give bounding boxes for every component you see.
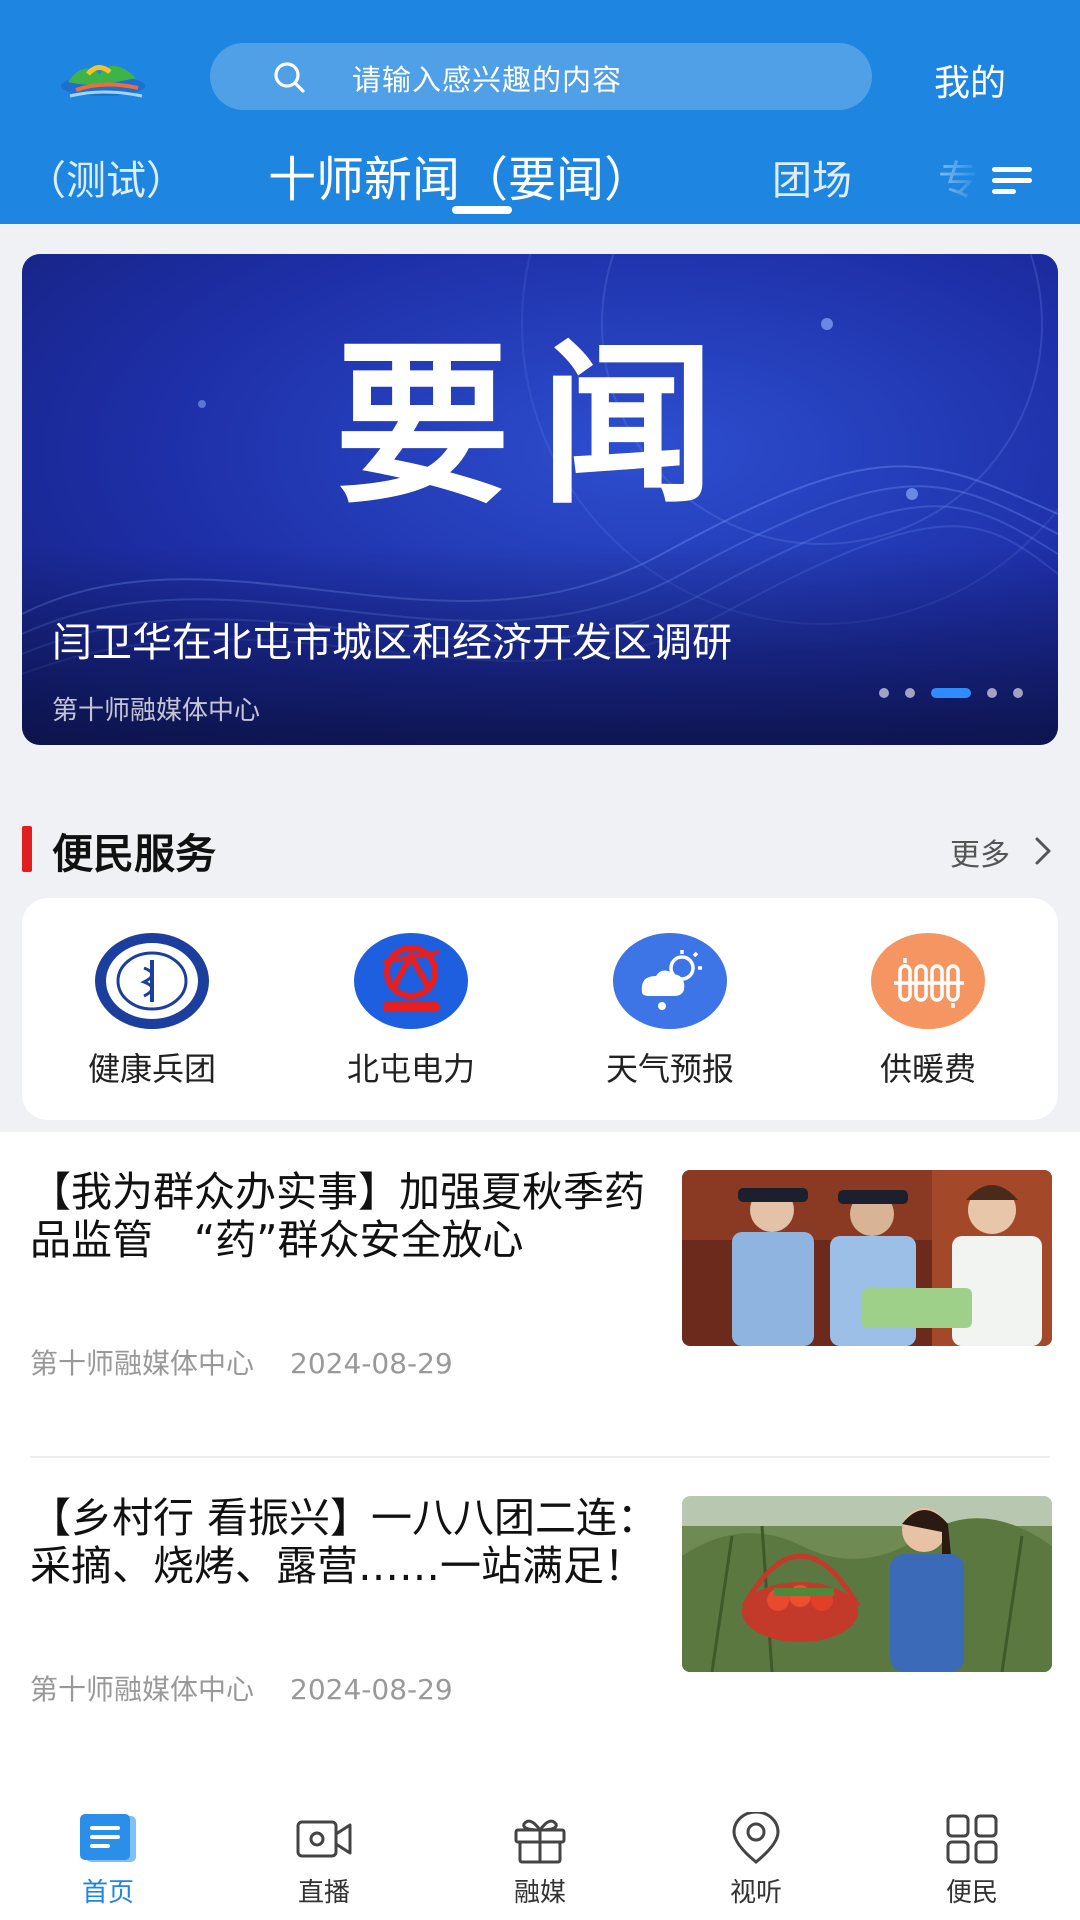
news-meta: 第十师融媒体中心 2024-08-29 [30, 1342, 453, 1382]
section-accent-bar [22, 826, 32, 872]
weather-icon [613, 933, 727, 1029]
my-profile-link[interactable]: 我的 [934, 54, 1006, 106]
nav-live[interactable]: 直播 [254, 1812, 394, 1912]
banner-title[interactable]: 闫卫华在北屯市城区和经济开发区调研 [52, 610, 732, 668]
service-label: 北屯电力 [346, 1050, 475, 1088]
officers-inspecting-medicine-photo[interactable] [682, 1170, 1052, 1346]
grid-apps-icon [946, 1814, 998, 1864]
banner-source: 第十师融媒体中心 [52, 696, 261, 726]
chevron-right-icon[interactable] [1034, 836, 1052, 866]
nav-label: 首页 [81, 1878, 134, 1908]
nav-label: 直播 [297, 1878, 350, 1908]
services-card: 健康兵团 北屯电力 天气预报 供暖费 [22, 898, 1058, 1120]
nav-audio-visual[interactable]: 视听 [686, 1812, 826, 1912]
active-tab-indicator [452, 206, 512, 214]
service-label: 健康兵团 [87, 1050, 216, 1088]
channel-tabs: （测试） 十师新闻（要闻） 团场 专 [0, 140, 1080, 224]
menu-icon[interactable] [990, 164, 1034, 198]
search-bar[interactable]: 请输入感兴趣的内容 [210, 43, 872, 110]
nav-media[interactable]: 融媒 [470, 1812, 610, 1912]
news-title[interactable]: 【乡村行 看振兴】一八八团二连：采摘、烧烤、露营……一站满足！ [30, 1494, 660, 1590]
nav-home[interactable]: 首页 [38, 1812, 178, 1912]
beitun-power-logo-icon [354, 933, 468, 1029]
search-icon [274, 62, 305, 93]
services-section-title: 便民服务 [52, 830, 216, 878]
bottom-navigation: 首页 直播 融媒 视听 便民 [0, 1780, 1080, 1920]
carousel-dot[interactable] [987, 688, 997, 698]
news-date: 2024-08-29 [290, 1347, 453, 1380]
gift-box-icon [514, 1819, 566, 1864]
carousel-dot-active[interactable] [931, 688, 971, 698]
news-date: 2024-08-29 [290, 1673, 453, 1706]
headline-carousel[interactable]: 要闻 闫卫华在北屯市城区和经济开发区调研 第十师融媒体中心 [22, 254, 1058, 745]
service-weather[interactable]: 天气预报 [570, 932, 770, 1102]
video-camera-icon [296, 1820, 352, 1858]
banner-image-text: 要闻 [335, 325, 745, 528]
home-icon [80, 1814, 136, 1862]
service-label: 天气预报 [605, 1050, 734, 1088]
service-beitun-power[interactable]: 北屯电力 [311, 932, 511, 1102]
news-meta: 第十师融媒体中心 2024-08-29 [30, 1668, 453, 1708]
nav-label: 便民 [945, 1878, 998, 1908]
tab-regiment[interactable]: 团场 [772, 148, 852, 206]
carousel-pagination [879, 686, 1049, 698]
nav-label: 视听 [729, 1878, 782, 1908]
health-corps-emblem-icon [95, 933, 209, 1029]
app-header: 请输入感兴趣的内容 我的 （测试） 十师新闻（要闻） 团场 专 [0, 0, 1080, 224]
location-pin-icon [732, 1812, 780, 1864]
news-title[interactable]: 【我为群众办实事】加强夏秋季药品监管 “药”群众安全放心 [30, 1168, 660, 1264]
service-label: 供暖费 [879, 1050, 976, 1088]
tab-tenth-division-news[interactable]: 十师新闻（要闻） [268, 140, 652, 210]
carousel-dot[interactable] [1013, 688, 1023, 698]
nav-label: 融媒 [513, 1878, 566, 1908]
carousel-dot[interactable] [879, 688, 889, 698]
news-source: 第十师融媒体中心 [30, 1347, 255, 1380]
nav-convenience[interactable]: 便民 [902, 1812, 1042, 1912]
service-health-corps[interactable]: 健康兵团 [52, 932, 252, 1102]
app-logo[interactable] [58, 52, 148, 104]
heating-radiator-icon [871, 933, 985, 1029]
carousel-dot[interactable] [905, 688, 915, 698]
tab-test[interactable]: （测试） [26, 148, 186, 206]
services-more-link[interactable]: 更多 [950, 830, 1010, 874]
news-divider [30, 1456, 1050, 1458]
service-heating-fee[interactable]: 供暖费 [828, 932, 1028, 1102]
news-source: 第十师融媒体中心 [30, 1673, 255, 1706]
search-placeholder: 请输入感兴趣的内容 [352, 63, 623, 97]
woman-picking-vegetables-photo[interactable] [682, 1496, 1052, 1672]
news-list: 【我为群众办实事】加强夏秋季药品监管 “药”群众安全放心 第十师融媒体中心 202… [0, 1132, 1080, 1784]
